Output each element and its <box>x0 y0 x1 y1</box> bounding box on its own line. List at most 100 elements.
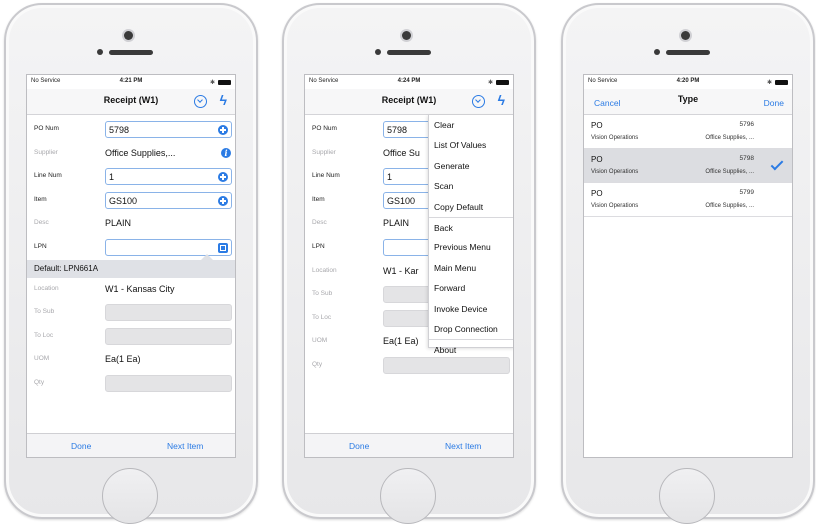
row-type: PO <box>591 121 603 130</box>
actions-menu: Clear List Of Values Generate Scan Copy … <box>428 115 513 355</box>
sensor <box>654 49 660 55</box>
speaker <box>109 50 153 55</box>
line-num-input[interactable]: 1 <box>105 168 232 186</box>
field-po-num: PO Num 5798 <box>27 118 235 142</box>
field-label: LPN <box>34 242 47 250</box>
field-label: To Sub <box>312 290 333 298</box>
menu-item-back[interactable]: Back <box>429 216 513 237</box>
nav-bar: Receipt (W1) ϟ <box>305 89 513 115</box>
field-label: UOM <box>312 337 328 345</box>
status-bar: No Service 4:24 PM ✱ <box>305 75 513 89</box>
field-label: To Loc <box>34 331 54 339</box>
lightning-icon[interactable]: ϟ <box>498 92 505 108</box>
row-org: Vision Operations <box>591 203 639 209</box>
field-label: Line Num <box>34 172 62 180</box>
po-num-input[interactable]: 5798 <box>105 121 232 138</box>
location-value: W1 - Kansas City <box>105 283 175 294</box>
menu-item-copy-default[interactable]: Copy Default <box>429 197 513 217</box>
bluetooth-icon: ✱ <box>766 80 772 86</box>
lightning-icon[interactable]: ϟ <box>220 92 227 108</box>
field-label: Desc <box>34 219 49 227</box>
bluetooth-icon: ✱ <box>487 80 493 86</box>
phone-frame-1: No Service 4:21 PM ✱ Receipt (W1) ϟ PO N… <box>4 3 258 524</box>
nav-bar: Receipt (W1) ϟ <box>27 89 235 115</box>
type-list-screen: No Service 4:20 PM ✱ Cancel Type Done PO… <box>583 74 793 458</box>
generate-icon[interactable] <box>218 242 228 253</box>
home-button[interactable] <box>102 468 158 524</box>
desc-value: PLAIN <box>383 218 410 229</box>
battery-icon <box>496 80 509 85</box>
camera <box>124 31 133 40</box>
field-label: Desc <box>312 219 327 227</box>
menu-item-main-menu[interactable]: Main Menu <box>429 258 513 278</box>
receipt-screen: No Service 4:21 PM ✱ Receipt (W1) ϟ PO N… <box>26 74 236 458</box>
home-button[interactable] <box>659 468 715 524</box>
to-loc-input[interactable] <box>105 327 232 345</box>
menu-item-drop-connection[interactable]: Drop Connection <box>429 319 513 339</box>
supplier-value: Office Su <box>383 147 420 158</box>
field-label: To Loc <box>312 313 332 321</box>
done-button[interactable]: Done <box>71 441 91 451</box>
field-label: To Sub <box>34 308 55 316</box>
menu-item-generate[interactable]: Generate <box>429 156 513 176</box>
row-num: 5798 <box>739 155 754 162</box>
field-label: Item <box>312 195 325 203</box>
field-label: PO Num <box>34 125 59 132</box>
add-icon[interactable] <box>218 172 228 183</box>
done-button[interactable]: Done <box>349 441 369 451</box>
row-type: PO <box>591 155 603 164</box>
next-item-button[interactable]: Next Item <box>445 441 481 451</box>
speaker <box>387 50 431 55</box>
field-label: Supplier <box>312 148 336 156</box>
add-icon[interactable] <box>218 125 228 135</box>
list-item[interactable]: PO Vision Operations 5799 Office Supplie… <box>584 183 792 217</box>
status-time: 4:20 PM <box>676 78 700 84</box>
camera <box>402 31 411 40</box>
row-num: 5799 <box>739 189 754 196</box>
qty-input[interactable] <box>105 374 232 392</box>
row-num: 5796 <box>739 121 754 128</box>
dropdown-menu-icon[interactable] <box>194 95 207 108</box>
row-supplier: Office Supplies, ... <box>705 203 754 209</box>
default-tooltip: Default: LPN661A <box>27 253 235 278</box>
page-title: Type <box>677 94 699 104</box>
supplier-value: Office Supplies,... <box>105 147 176 158</box>
field-line-num: Line Num 1 <box>27 165 235 189</box>
field-desc: Desc PLAIN <box>27 212 235 236</box>
row-org: Vision Operations <box>591 169 639 175</box>
menu-item-list-of-values[interactable]: List Of Values <box>429 135 513 155</box>
menu-item-forward[interactable]: Forward <box>429 278 513 298</box>
checkmark-icon <box>770 157 784 171</box>
row-org: Vision Operations <box>591 135 639 141</box>
field-label: Supplier <box>34 148 58 156</box>
to-sub-input[interactable] <box>105 304 232 322</box>
field-label: Qty <box>34 378 45 386</box>
menu-item-previous-menu[interactable]: Previous Menu <box>429 237 513 257</box>
home-button[interactable] <box>380 468 436 524</box>
menu-item-clear[interactable]: Clear <box>429 115 513 135</box>
field-label: Location <box>312 266 337 274</box>
uom-value: Ea(1 Ea) <box>105 354 141 365</box>
done-button[interactable]: Done <box>764 98 784 108</box>
row-type: PO <box>591 189 603 198</box>
camera <box>681 31 690 40</box>
field-location: Location W1 - Kansas City <box>27 278 235 302</box>
bottom-toolbar: Done Next Item <box>27 433 235 457</box>
list-item[interactable]: PO Vision Operations 5796 Office Supplie… <box>584 115 792 149</box>
battery-icon <box>775 80 788 85</box>
list-item-selected[interactable]: PO Vision Operations 5798 Office Supplie… <box>584 149 792 183</box>
field-to-loc: To Loc <box>27 325 235 349</box>
row-supplier: Office Supplies, ... <box>705 135 754 141</box>
info-icon[interactable]: i <box>221 147 231 158</box>
menu-item-about[interactable]: About <box>429 339 513 359</box>
desc-value: PLAIN <box>105 218 132 229</box>
status-bar: No Service 4:20 PM ✱ <box>584 75 792 89</box>
add-icon[interactable] <box>218 195 228 206</box>
next-item-button[interactable]: Next Item <box>167 441 203 451</box>
item-input[interactable]: GS100 <box>105 191 232 209</box>
menu-item-scan[interactable]: Scan <box>429 176 513 196</box>
bottom-toolbar: Done Next Item <box>305 433 513 457</box>
menu-item-invoke-device[interactable]: Invoke Device <box>429 299 513 319</box>
dropdown-menu-icon[interactable] <box>472 95 485 108</box>
field-label: Item <box>34 195 47 203</box>
